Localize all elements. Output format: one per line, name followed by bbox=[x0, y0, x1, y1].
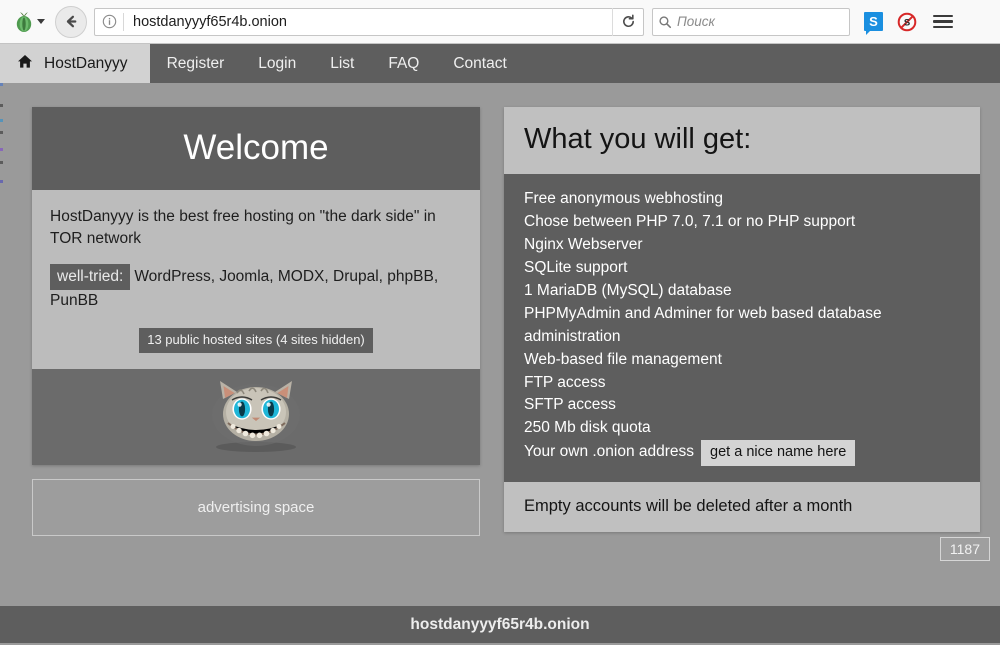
advertising-space[interactable]: advertising space bbox=[32, 479, 480, 536]
info-circle-icon[interactable] bbox=[95, 14, 123, 29]
welcome-panel: Welcome HostDanyyy is the best free host… bbox=[32, 107, 480, 465]
welcome-intro-text: HostDanyyy is the best free hosting on "… bbox=[50, 206, 462, 251]
nav-item-login[interactable]: Login bbox=[241, 44, 313, 83]
what-you-get-panel: What you will get: Free anonymous webhos… bbox=[504, 107, 980, 532]
feature-list: Free anonymous webhosting Chose between … bbox=[524, 188, 960, 466]
list-item: SFTP access bbox=[524, 394, 960, 417]
get-nice-name-button[interactable]: get a nice name here bbox=[701, 440, 855, 465]
sites-badge-row: 13 public hosted sites (4 sites hidden) bbox=[50, 328, 462, 353]
list-item: Nginx Webserver bbox=[524, 234, 960, 257]
home-icon bbox=[17, 54, 33, 74]
content-columns: Welcome HostDanyyy is the best free host… bbox=[0, 83, 1000, 536]
menu-line bbox=[933, 26, 953, 29]
noscript-icon[interactable]: S bbox=[864, 12, 883, 31]
right-column: What you will get: Free anonymous webhos… bbox=[504, 107, 980, 536]
list-item: 250 Mb disk quota bbox=[524, 417, 960, 440]
nav-item-register[interactable]: Register bbox=[150, 44, 242, 83]
onion-address-text: Your own .onion address bbox=[524, 443, 694, 460]
search-icon bbox=[653, 15, 677, 29]
nav-item-contact[interactable]: Contact bbox=[436, 44, 523, 83]
svg-text:S: S bbox=[904, 17, 910, 28]
well-tried-label: well-tried: bbox=[50, 264, 130, 290]
site-navbar: HostDanyyy Register Login List FAQ Conta… bbox=[0, 44, 1000, 83]
cheshire-cat-image bbox=[197, 373, 315, 460]
list-item: PHPMyAdmin and Adminer for web based dat… bbox=[524, 303, 960, 349]
reload-button[interactable] bbox=[612, 8, 643, 36]
page-left-edge-artifact bbox=[0, 83, 3, 443]
search-box[interactable]: Поиск bbox=[652, 8, 850, 36]
page-content: Welcome HostDanyyy is the best free host… bbox=[0, 83, 1000, 645]
list-item: FTP access bbox=[524, 372, 960, 395]
chevron-down-icon bbox=[37, 19, 45, 24]
nav-brand-home[interactable]: HostDanyyy bbox=[0, 44, 150, 83]
url-text[interactable]: hostdanyyyf65r4b.onion bbox=[124, 14, 612, 30]
list-item: 1 MariaDB (MySQL) database bbox=[524, 280, 960, 303]
footer-onion-address: hostdanyyyf65r4b.onion bbox=[410, 616, 589, 634]
back-button[interactable] bbox=[55, 6, 87, 38]
menu-line bbox=[933, 15, 953, 18]
welcome-body: HostDanyyy is the best free hosting on "… bbox=[32, 190, 480, 369]
hosted-sites-badge[interactable]: 13 public hosted sites (4 sites hidden) bbox=[139, 328, 373, 353]
what-you-get-heading: What you will get: bbox=[504, 107, 980, 174]
list-item-onion-address: Your own .onion address get a nice name h… bbox=[524, 440, 960, 465]
browser-toolbar: hostdanyyyf65r4b.onion Поиск S S bbox=[0, 0, 1000, 44]
welcome-heading: Welcome bbox=[32, 107, 480, 190]
list-item: SQLite support bbox=[524, 257, 960, 280]
site-footer: hostdanyyyf65r4b.onion bbox=[0, 606, 1000, 643]
cat-image-panel bbox=[32, 369, 480, 465]
list-item: Chose between PHP 7.0, 7.1 or no PHP sup… bbox=[524, 211, 960, 234]
search-input[interactable]: Поиск bbox=[677, 14, 715, 29]
tor-button[interactable] bbox=[8, 11, 51, 33]
left-column: Welcome HostDanyyy is the best free host… bbox=[32, 107, 480, 536]
nav-item-list[interactable]: List bbox=[313, 44, 371, 83]
list-item: Free anonymous webhosting bbox=[524, 188, 960, 211]
onion-icon bbox=[14, 11, 34, 33]
nav-item-faq[interactable]: FAQ bbox=[371, 44, 436, 83]
nav-brand-label: HostDanyyy bbox=[44, 55, 128, 73]
hamburger-menu-icon[interactable] bbox=[933, 15, 953, 29]
what-you-get-body: Free anonymous webhosting Chose between … bbox=[504, 174, 980, 482]
well-tried-line: well-tried:WordPress, Joomla, MODX, Drup… bbox=[50, 264, 462, 313]
empty-accounts-note: Empty accounts will be deleted after a m… bbox=[504, 482, 980, 532]
no-script-blocked-icon[interactable]: S bbox=[897, 12, 917, 32]
address-bar[interactable]: hostdanyyyf65r4b.onion bbox=[94, 8, 644, 36]
list-item: Web-based file management bbox=[524, 349, 960, 372]
menu-line bbox=[933, 20, 953, 23]
visitor-counter-badge: 1187 bbox=[940, 537, 990, 561]
extension-icons: S S bbox=[864, 12, 917, 32]
